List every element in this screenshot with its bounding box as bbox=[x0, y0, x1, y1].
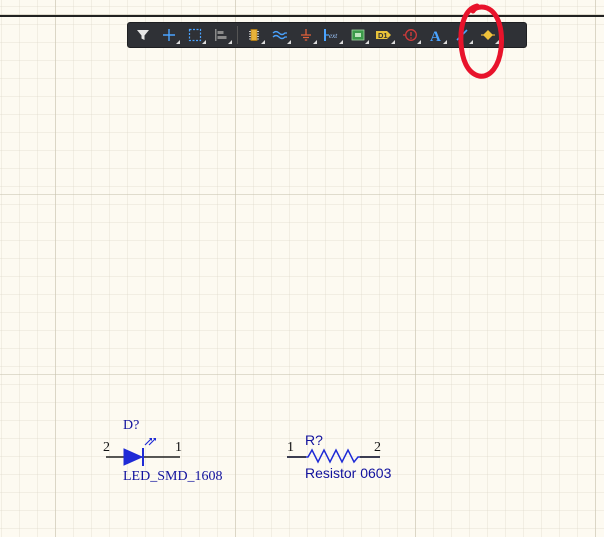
move-button[interactable] bbox=[158, 25, 180, 45]
led-symbol[interactable] bbox=[104, 432, 184, 468]
select-button[interactable] bbox=[184, 25, 206, 45]
resistor-zigzag bbox=[287, 448, 380, 464]
line-icon bbox=[456, 29, 468, 41]
select-rect-icon bbox=[188, 28, 202, 42]
ground-icon bbox=[301, 29, 311, 41]
text-button[interactable]: A bbox=[425, 25, 447, 45]
toolbar-separator bbox=[237, 26, 238, 44]
wire-button[interactable] bbox=[269, 25, 291, 45]
filter-icon bbox=[137, 30, 149, 40]
align-button[interactable] bbox=[210, 25, 232, 45]
led-triangle bbox=[123, 448, 144, 466]
led-comment[interactable]: LED_SMD_1608 bbox=[123, 469, 223, 485]
active-bar-toolbar: ext D1 A bbox=[127, 22, 527, 48]
svg-text:ext: ext bbox=[329, 32, 338, 40]
sheet-symbol-button[interactable] bbox=[347, 25, 369, 45]
port-icon: ext bbox=[324, 29, 338, 41]
svg-text:A: A bbox=[430, 29, 441, 43]
text-icon: A bbox=[430, 29, 441, 43]
sheet-border bbox=[0, 15, 604, 17]
crosshair-icon bbox=[163, 29, 175, 41]
directive-icon bbox=[403, 29, 417, 41]
line-button[interactable] bbox=[451, 25, 473, 45]
resistor-symbol[interactable] bbox=[286, 444, 384, 466]
harness-icon bbox=[351, 29, 365, 41]
wire-icon bbox=[272, 30, 287, 40]
component-icon bbox=[249, 29, 259, 41]
port-button[interactable]: ext bbox=[321, 25, 343, 45]
resistor-comment[interactable]: Resistor 0603 bbox=[305, 465, 391, 481]
designator-button[interactable]: D1 bbox=[373, 25, 395, 45]
place-part-button[interactable] bbox=[243, 25, 265, 45]
svg-text:D1: D1 bbox=[378, 31, 388, 40]
shapes-button[interactable] bbox=[477, 25, 499, 45]
directive-button[interactable] bbox=[399, 25, 421, 45]
power-port-button[interactable] bbox=[295, 25, 317, 45]
filter-button[interactable] bbox=[132, 25, 154, 45]
shape-icon bbox=[481, 30, 495, 40]
led-emission-arrows bbox=[144, 438, 156, 446]
align-icon bbox=[215, 29, 227, 41]
designator-icon: D1 bbox=[376, 31, 391, 40]
